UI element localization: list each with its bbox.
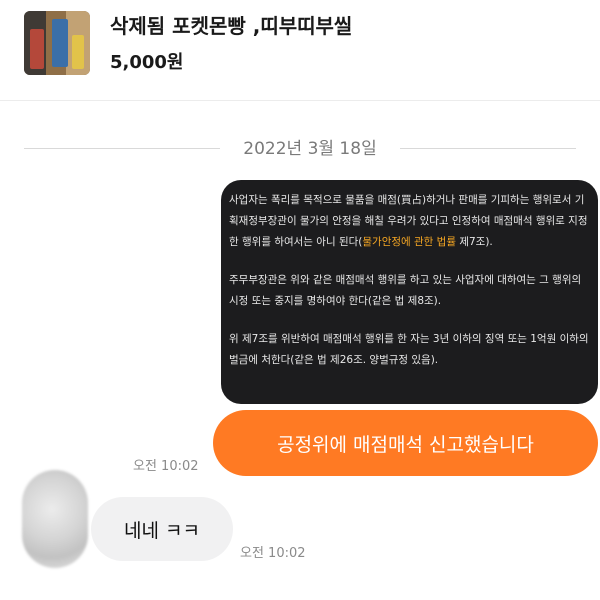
chat-date: 2022년 3월 18일 <box>243 139 377 159</box>
header-divider <box>0 100 600 101</box>
sent-message-time: 오전 10:02 <box>133 459 199 474</box>
product-title: 삭제됨 포켓몬빵 ,띠부띠부씰 <box>110 14 353 38</box>
product-thumbnail[interactable] <box>24 11 90 75</box>
product-price: 5,000원 <box>110 52 184 73</box>
law-text: 제7조). <box>456 236 493 248</box>
date-divider-left <box>24 148 220 149</box>
product-header[interactable]: 삭제됨 포켓몬빵 ,띠부띠부씰 5,000원 <box>0 0 600 88</box>
received-message-time: 오전 10:02 <box>240 546 306 561</box>
received-message-bubble[interactable]: 네네 ㅋㅋ <box>91 497 233 561</box>
sent-message-bubble[interactable]: 공정위에 매점매석 신고했습니다 <box>213 410 598 476</box>
law-name-highlight: 물가안정에 관한 법률 <box>362 236 456 248</box>
avatar[interactable] <box>22 470 88 568</box>
law-paragraph-1: 사업자는 폭리를 목적으로 물품을 매점(買占)하거나 판매를 기피하는 행위로… <box>229 190 592 253</box>
law-paragraph-2: 주무부장관은 위와 같은 매점매석 행위를 하고 있는 사업자에 대하여는 그 … <box>229 274 582 307</box>
law-paragraph-3: 위 제7조를 위반하여 매점매석 행위를 한 자는 3년 이하의 징역 또는 1… <box>229 333 589 366</box>
date-divider-right <box>400 148 576 149</box>
sent-image-message[interactable]: 사업자는 폭리를 목적으로 물품을 매점(買占)하거나 판매를 기피하는 행위로… <box>221 180 598 404</box>
